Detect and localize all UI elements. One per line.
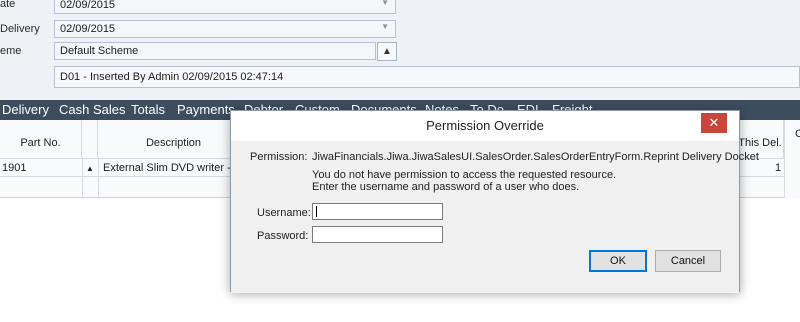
date-label: ate — [0, 0, 16, 10]
notes-text: D01 - Inserted By Admin 02/09/2015 02:47… — [60, 71, 284, 83]
extra-column: C — [784, 120, 800, 198]
username-input[interactable] — [312, 203, 443, 220]
password-input[interactable] — [312, 226, 443, 243]
cell-description: External Slim DVD writer - DR — [103, 162, 250, 174]
text-caret — [316, 206, 317, 217]
message-line-1: You do not have permission to access the… — [312, 169, 617, 181]
scheme-lookup-button[interactable]: ▲ — [377, 42, 397, 61]
cell-part-no: 1901 — [2, 162, 27, 174]
tab-cash-sales[interactable]: Cash Sales — [59, 102, 125, 117]
permission-label: Permission: — [250, 151, 308, 163]
dialog-body: Permission: JiwaFinancials.Jiwa.JiwaSale… — [231, 141, 759, 293]
delivery-label: Delivery — [0, 23, 40, 35]
permission-override-dialog: Permission Override ✕ Permission: JiwaFi… — [230, 110, 759, 293]
username-label: Username: — [257, 207, 311, 219]
dropdown-arrow-icon[interactable]: ▼ — [381, 0, 389, 7]
column-header-description[interactable]: Description — [98, 120, 250, 158]
date-value: 02/09/2015 — [60, 0, 116, 11]
scheme-label: eme — [0, 45, 22, 57]
tab-delivery[interactable]: Delivery — [2, 102, 49, 117]
close-icon: ✕ — [708, 115, 720, 130]
cell-this-del: 1 — [775, 162, 782, 174]
delivery-date-value: 02/09/2015 — [60, 23, 116, 35]
cancel-button[interactable]: Cancel — [655, 250, 721, 272]
scheme-value: Default Scheme — [60, 45, 139, 57]
scheme-field[interactable]: Default Scheme — [54, 42, 376, 60]
column-header-extra: C — [795, 128, 800, 140]
permission-value: JiwaFinancials.Jiwa.JiwaSalesUI.SalesOrd… — [312, 151, 759, 163]
chevron-up-icon: ▲ — [382, 46, 392, 57]
close-button[interactable]: ✕ — [701, 113, 727, 133]
ok-button[interactable]: OK — [589, 250, 647, 272]
grid-divider — [98, 158, 99, 198]
dropdown-arrow-icon[interactable]: ▼ — [381, 22, 389, 31]
date-field[interactable]: 02/09/2015 ▼ — [54, 0, 396, 14]
dialog-title: Permission Override — [426, 118, 544, 133]
grid-divider — [82, 158, 83, 198]
password-label: Password: — [257, 230, 309, 242]
message-line-2: Enter the username and password of a use… — [312, 181, 580, 193]
column-header-spacer — [82, 120, 98, 158]
notes-box: D01 - Inserted By Admin 02/09/2015 02:47… — [54, 66, 800, 88]
delivery-date-field[interactable]: 02/09/2015 ▼ — [54, 20, 396, 38]
column-header-part-no[interactable]: Part No. — [0, 120, 82, 158]
expand-arrow-icon[interactable]: ▲ — [86, 164, 94, 173]
tab-totals[interactable]: Totals — [131, 102, 165, 117]
tab-payments[interactable]: Payments — [177, 102, 235, 117]
